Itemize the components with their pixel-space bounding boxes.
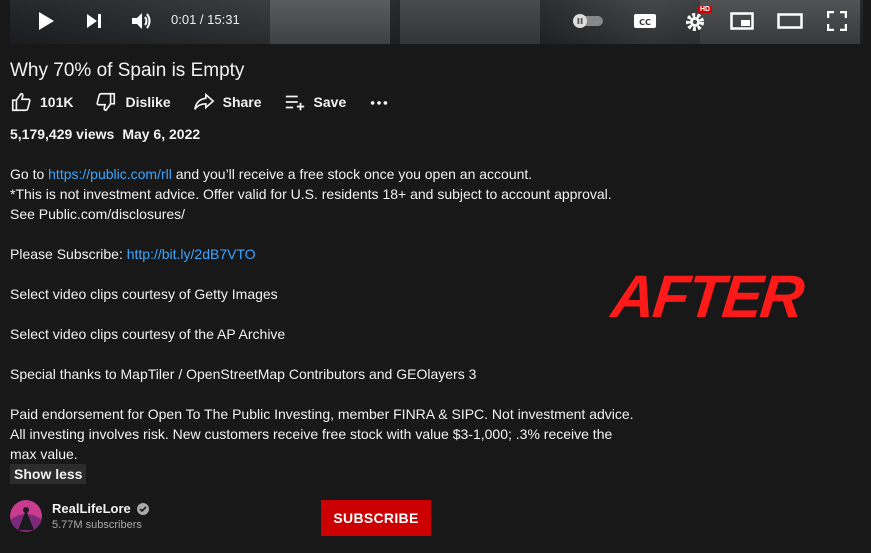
autoplay-toggle-icon (573, 14, 603, 28)
share-button[interactable]: Share (193, 91, 262, 113)
video-player[interactable]: 0:01 / 15:31 CC HD (10, 0, 863, 44)
save-label: Save (313, 94, 347, 110)
video-title: Why 70% of Spain is Empty (10, 60, 245, 81)
like-button[interactable]: 101K (10, 91, 73, 113)
miniplayer-button[interactable] (728, 8, 756, 34)
subscribe-button[interactable]: SUBSCRIBE (321, 500, 431, 536)
captions-button[interactable]: CC (632, 8, 658, 34)
description-spacer (10, 304, 650, 324)
closed-captions-icon: CC (634, 14, 656, 28)
next-button[interactable] (82, 8, 106, 34)
autoplay-toggle[interactable] (566, 8, 610, 34)
hd-badge: HD (698, 6, 713, 13)
verified-check-icon (136, 502, 149, 515)
theater-mode-button[interactable] (776, 8, 804, 34)
description-line: Go to https://public.com/rll and you’ll … (10, 166, 533, 182)
skip-next-icon (87, 14, 101, 28)
volume-icon (132, 13, 151, 29)
channel-name[interactable]: RealLifeLore (52, 501, 131, 516)
description-line: Select video clips courtesy of Getty Ima… (10, 286, 278, 302)
subscriber-count: 5.77M subscribers (52, 519, 142, 531)
miniplayer-icon (730, 12, 754, 30)
description-line: Please Subscribe: http://bit.ly/2dB7VTO (10, 246, 256, 262)
share-label: Share (222, 94, 262, 110)
description-line: All investing involves risk. New custome… (10, 426, 613, 442)
description-spacer (10, 264, 650, 284)
description-line: *This is not investment advice. Offer va… (10, 186, 612, 202)
upload-date: May 6, 2022 (122, 126, 201, 142)
subscribe-link[interactable]: http://bit.ly/2dB7VTO (127, 246, 256, 262)
description-spacer (10, 224, 650, 244)
description-line: Select video clips courtesy of the AP Ar… (10, 326, 286, 342)
fullscreen-button[interactable] (824, 8, 850, 34)
playlist-add-icon (285, 95, 304, 111)
play-icon (39, 12, 54, 30)
like-count: 101K (40, 94, 74, 110)
theater-mode-icon (777, 13, 803, 29)
after-overlay-text: AFTER (608, 263, 806, 330)
more-horizontal-icon (370, 101, 388, 105)
svg-text:CC: CC (639, 18, 651, 27)
show-less-button[interactable]: Show less (10, 464, 87, 484)
volume-button[interactable] (128, 8, 156, 34)
description-line: Paid endorsement for Open To The Public … (10, 406, 634, 422)
channel-avatar-icon (10, 500, 42, 532)
fullscreen-icon (827, 11, 847, 31)
play-button[interactable] (34, 8, 58, 34)
video-meta: 5,179,429 views May 6, 2022 (10, 126, 200, 142)
channel-info[interactable]: RealLifeLore 5.77M subscribers (10, 500, 150, 532)
description-spacer (10, 384, 650, 404)
public-link[interactable]: https://public.com/rll (48, 166, 172, 182)
dislike-label: Dislike (125, 94, 171, 110)
thumbs-up-icon (11, 92, 31, 112)
thumbs-down-icon (96, 92, 116, 112)
action-bar: 101K Dislike Share Save (10, 90, 420, 114)
description-line: See Public.com/disclosures/ (10, 206, 186, 222)
description-line: max value. (10, 446, 78, 462)
save-button[interactable]: Save (284, 91, 347, 113)
channel-name-row[interactable]: RealLifeLore (52, 501, 150, 516)
time-display: 0:01 / 15:31 (171, 12, 240, 27)
gear-icon (686, 13, 704, 31)
more-actions-button[interactable] (368, 91, 398, 113)
video-description: Go to https://public.com/rll and you’ll … (10, 164, 650, 464)
description-spacer (10, 344, 650, 364)
dislike-button[interactable]: Dislike (95, 91, 171, 113)
share-arrow-icon (193, 92, 215, 110)
description-line: Special thanks to MapTiler / OpenStreetM… (10, 366, 477, 382)
view-count: 5,179,429 views (10, 126, 115, 142)
settings-button[interactable]: HD (680, 6, 713, 34)
avatar[interactable] (10, 500, 42, 532)
